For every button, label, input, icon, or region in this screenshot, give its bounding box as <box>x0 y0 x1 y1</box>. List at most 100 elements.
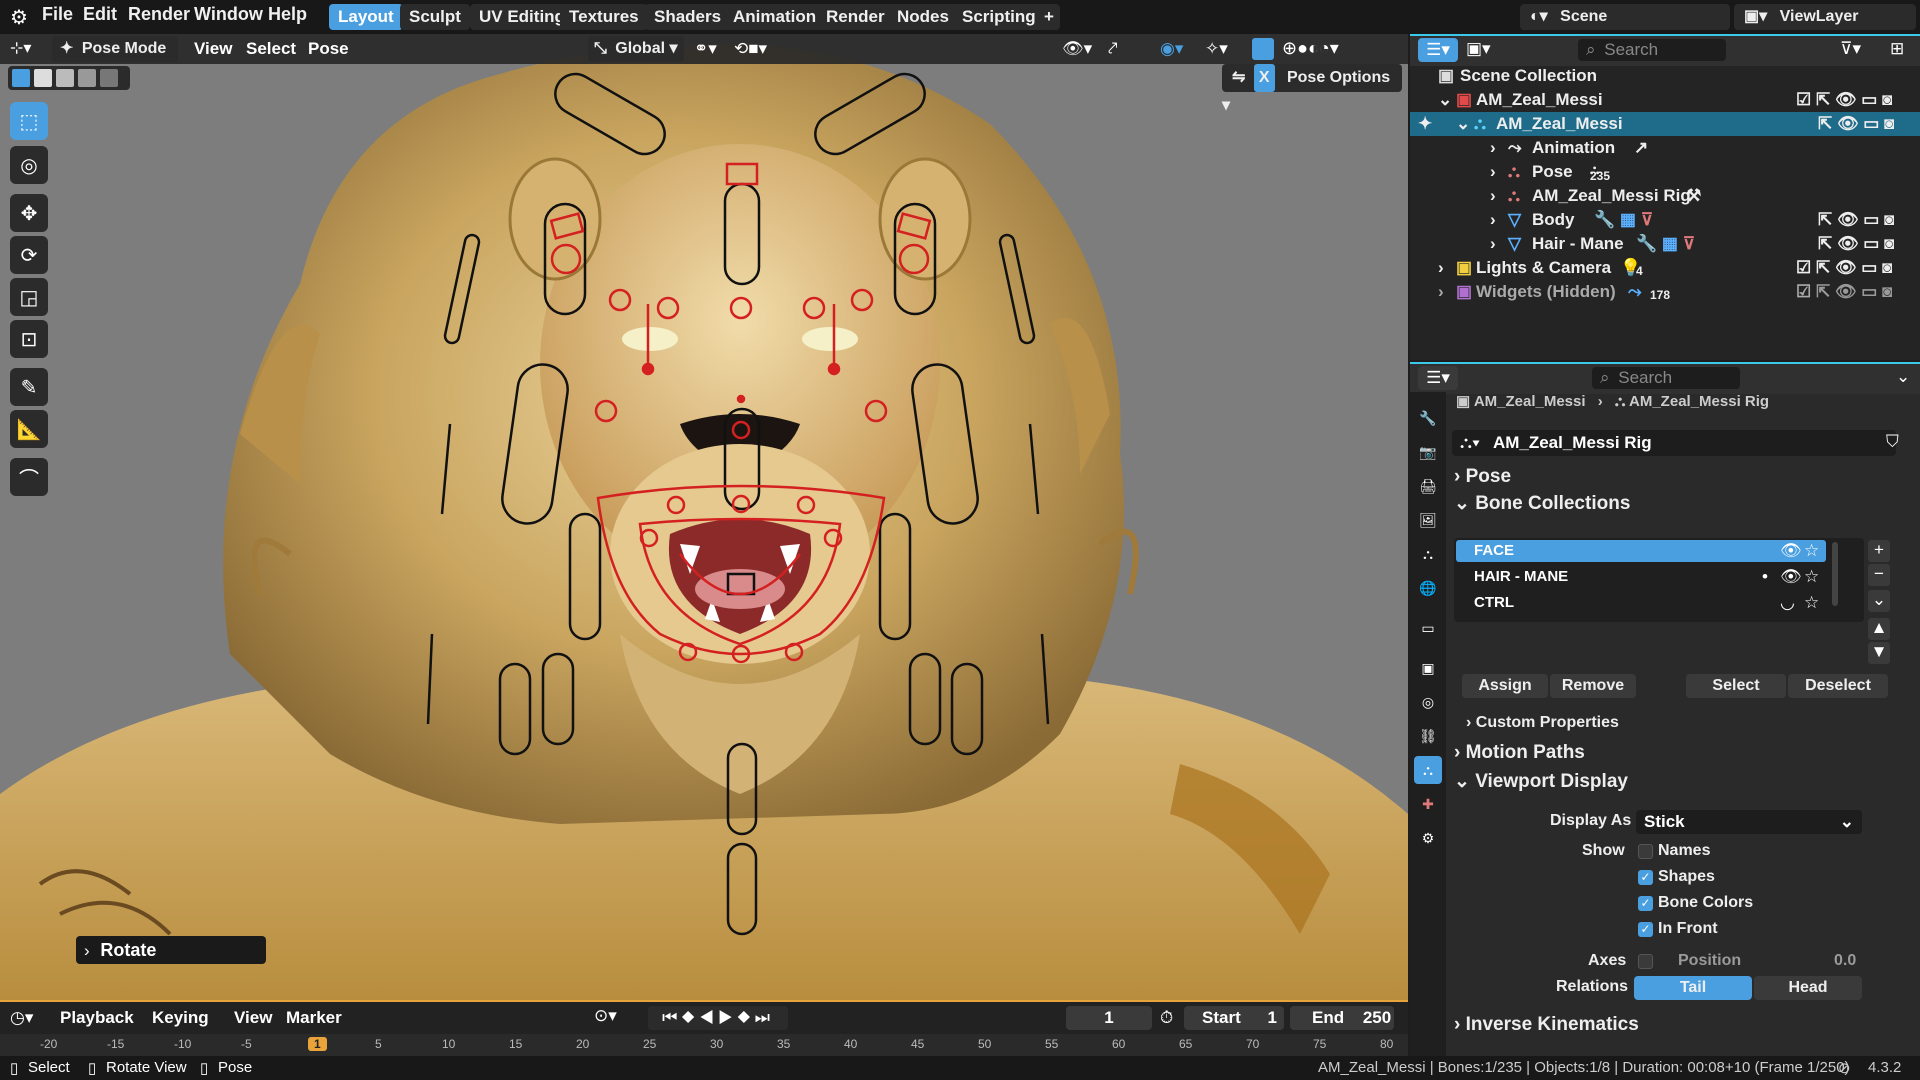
tool-tab-icon[interactable]: 🔧 <box>1414 404 1442 432</box>
move-down-icon[interactable]: ▼ <box>1868 642 1890 664</box>
menu-keying[interactable]: Keying <box>152 1008 209 1028</box>
chevron-right-icon[interactable]: › <box>1490 234 1496 254</box>
annotate-tool-icon[interactable]: ✎ <box>10 368 48 406</box>
mode-selector[interactable]: ✦ Pose Mode ▾ <box>52 36 178 83</box>
relations-tail-button[interactable]: Tail <box>1634 976 1752 1000</box>
tree-row-hair-mane[interactable]: › ▽ Hair - Mane 🔧 ▦ ⊽ ⇱ 👁 ▭ ◙ <box>1410 232 1920 256</box>
mirror-icon[interactable]: ⇋ <box>1232 69 1245 86</box>
overlays-icon[interactable]: ◉▾ <box>1160 39 1183 59</box>
end-frame-field[interactable]: End 250 <box>1290 1006 1394 1030</box>
collection-menu-icon[interactable]: ⌄ <box>1868 590 1890 612</box>
add-collection-icon[interactable]: + <box>1868 540 1890 562</box>
axes-position-value[interactable]: 0.0 <box>1834 952 1856 970</box>
render-tab-icon[interactable]: 📷 <box>1414 438 1442 466</box>
scene-selector[interactable]: ◐▾ Scene <box>1520 4 1730 30</box>
tree-row-lights-camera[interactable]: › ▣ Lights & Camera 💡 4 ☑ ⇱ 👁 ▭ ◙ <box>1410 256 1920 280</box>
world-tab-icon[interactable]: 🌐 <box>1414 574 1442 602</box>
menu-window[interactable]: Window <box>194 4 263 25</box>
view-layer-selector[interactable]: ▣▾ ViewLayer <box>1734 4 1916 30</box>
properties-editor-icon[interactable]: ☰▾ <box>1418 366 1458 390</box>
chevron-right-icon[interactable]: › <box>1490 138 1496 158</box>
shading-modes-icon[interactable]: ⊕●◐◔▾ <box>1282 38 1339 59</box>
outliner-search-input[interactable]: ⌕ Search <box>1578 39 1726 61</box>
panel-bone-collections[interactable]: ⌄ Bone Collections <box>1454 492 1630 515</box>
properties-search-input[interactable]: ⌕ Search <box>1592 367 1740 389</box>
display-mode-icon[interactable]: ▣▾ <box>1466 39 1491 59</box>
tab-animation[interactable]: Animation <box>724 4 826 30</box>
timeline-editor-icon[interactable]: ◷▾ <box>10 1008 33 1028</box>
deselect-button[interactable]: Deselect <box>1788 674 1888 698</box>
3d-viewport[interactable] <box>0 34 1408 1000</box>
pose-options-dropdown[interactable]: Pose Options <box>1287 69 1390 86</box>
tree-row-body[interactable]: › ▽ Body 🔧 ▦ ⊽ ⇱ 👁 ▭ ◙ <box>1410 208 1920 232</box>
shapes-checkbox[interactable]: ✓ <box>1638 870 1653 885</box>
remove-button[interactable]: Remove <box>1550 674 1636 698</box>
row-toggles-icon[interactable]: ⇱ 👁 ▭ ◙ <box>1818 234 1894 254</box>
star-icon[interactable]: ☆ <box>1804 541 1819 561</box>
rotate-tool-icon[interactable]: ⟳ <box>10 236 48 274</box>
fake-user-shield-icon[interactable]: ⛉ <box>1886 432 1899 452</box>
assign-button[interactable]: Assign <box>1462 674 1548 698</box>
tab-shaders[interactable]: Shaders <box>645 4 731 30</box>
panel-inverse-kinematics[interactable]: › Inverse Kinematics <box>1454 1014 1639 1036</box>
view-layer-tab-icon[interactable]: 🖼 <box>1414 506 1442 534</box>
cursor-tool-icon[interactable]: ◎ <box>10 146 48 184</box>
add-workspace-icon[interactable]: + <box>1038 4 1060 30</box>
tab-nodes[interactable]: Nodes <box>888 4 958 30</box>
play-reverse-icon[interactable]: ◀ <box>699 1008 718 1027</box>
tab-scripting[interactable]: Scripting <box>953 4 1045 30</box>
remove-collection-icon[interactable]: − <box>1868 564 1890 586</box>
clock-icon[interactable]: ⏱ <box>1160 1008 1173 1028</box>
menu-marker[interactable]: Marker <box>286 1008 342 1028</box>
jump-start-icon[interactable]: ⏮ <box>662 1008 681 1027</box>
tab-sculpt[interactable]: Sculpt <box>400 4 470 30</box>
row-toggles-icon[interactable]: ⇱ 👁 ▭ ◙ <box>1818 210 1894 230</box>
panel-viewport-display[interactable]: ⌄ Viewport Display <box>1454 770 1628 793</box>
outliner-editor-icon[interactable]: ☰▾ <box>1418 38 1458 62</box>
chevron-right-icon[interactable]: › <box>1490 210 1496 230</box>
menu-view[interactable]: View <box>194 39 232 59</box>
last-operator-panel[interactable]: › Rotate <box>76 936 266 964</box>
tab-layout[interactable]: Layout <box>329 4 403 30</box>
bone-size-tool-icon[interactable]: ⌒ <box>10 458 48 496</box>
physics-tab-icon[interactable]: ◎ <box>1414 688 1442 716</box>
collection-tab-icon[interactable]: ▭ <box>1414 614 1442 642</box>
chevron-right-icon[interactable]: › <box>1490 162 1496 182</box>
tab-render[interactable]: Render <box>817 4 894 30</box>
output-tab-icon[interactable]: 🖨 <box>1414 472 1442 500</box>
chevron-right-icon[interactable]: › <box>1438 258 1444 278</box>
tree-row-scene-collection[interactable]: ▣ Scene Collection <box>1410 64 1920 88</box>
chevron-right-icon[interactable]: › <box>1490 186 1496 206</box>
eye-closed-icon[interactable]: ◡ <box>1780 593 1795 613</box>
menu-help[interactable]: Help <box>268 4 307 25</box>
editor-type-icon[interactable]: ⊹▾ <box>10 38 31 58</box>
select-subtract-icon[interactable] <box>56 69 74 87</box>
menu-render[interactable]: Render <box>128 4 190 25</box>
menu-playback[interactable]: Playback <box>60 1008 134 1028</box>
relations-head-button[interactable]: Head <box>1754 976 1862 1000</box>
play-icon[interactable]: ▶ <box>718 1008 737 1027</box>
snap-icon[interactable]: ⟲■▾ <box>734 39 767 59</box>
chevron-right-icon[interactable]: › <box>1438 282 1444 302</box>
bone-tab-icon[interactable]: ✚ <box>1414 790 1442 818</box>
start-frame-field[interactable]: Start 1 <box>1184 1006 1284 1030</box>
menu-pose[interactable]: Pose <box>308 39 349 59</box>
chevron-down-icon[interactable]: ⌄ <box>1896 367 1910 387</box>
current-frame-field[interactable]: 1 <box>1066 1006 1152 1030</box>
timeline-ruler[interactable]: -20 -15 -10 -5 1 5 10 15 20 25 30 35 40 45 50 55 60 65 70 7… <box>0 1034 1408 1056</box>
display-as-dropdown[interactable]: Stick ⌄ <box>1636 810 1862 834</box>
bone-constraint-tab-icon[interactable]: ⚙ <box>1414 824 1442 852</box>
select-extend-icon[interactable] <box>34 69 52 87</box>
armature-data-tab-icon[interactable]: ⛬ <box>1414 756 1442 784</box>
row-toggles-icon[interactable]: ⇱ 👁 ▭ ◙ <box>1818 114 1894 134</box>
chevron-down-icon[interactable]: ⌄ <box>1456 114 1470 134</box>
move-up-icon[interactable]: ▲ <box>1868 618 1890 640</box>
star-icon[interactable]: ☆ <box>1804 567 1819 587</box>
tree-row-am-zeal-messi-armature[interactable]: ✦ ⌄ ⛬ AM_Zeal_Messi ⇱ 👁 ▭ ◙ <box>1410 112 1920 136</box>
move-tool-icon[interactable]: ✥ <box>10 194 48 232</box>
prev-keyframe-icon[interactable]: ◆ <box>681 1008 698 1027</box>
collection-row-hair-mane[interactable]: HAIR - MANE • 👁 ☆ <box>1456 566 1826 588</box>
tree-row-pose[interactable]: › ⛬ Pose ⛬ 235 <box>1410 160 1920 184</box>
jump-end-icon[interactable]: ⏭ <box>755 1008 774 1027</box>
in-front-checkbox[interactable]: ✓ <box>1638 922 1653 937</box>
